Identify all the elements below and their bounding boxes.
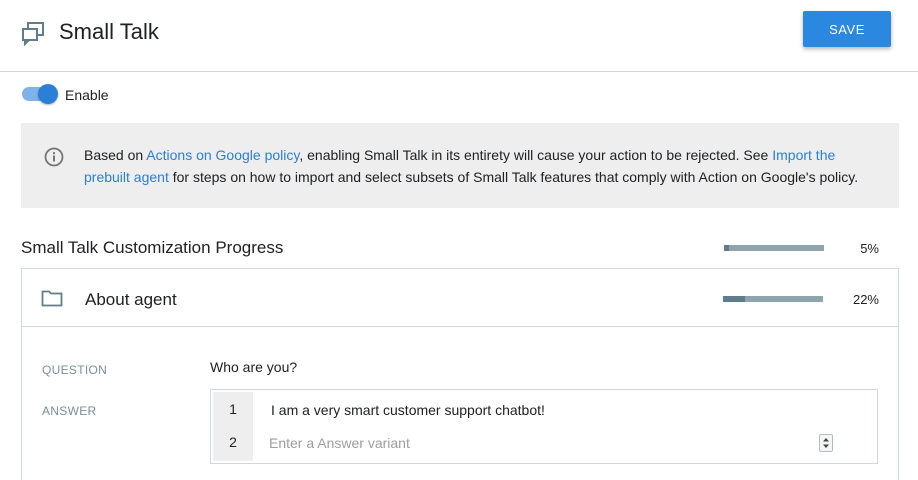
progress-title: Small Talk Customization Progress (21, 238, 284, 257)
overall-progress-bar (724, 245, 824, 251)
overall-progress-percent: 5% (860, 241, 879, 256)
answer-list: 1 2 I am a very smart customer support c… (210, 389, 878, 464)
info-text-part: , enabling Small Talk in its entirety wi… (299, 147, 773, 163)
enable-label: Enable (65, 87, 109, 103)
page-header: Small Talk SAVE (0, 0, 918, 72)
enable-toggle[interactable] (22, 84, 58, 104)
stepper-arrows-icon[interactable] (819, 434, 833, 452)
info-text: Based on Actions on Google policy, enabl… (84, 144, 884, 188)
answer-variant-text[interactable]: I am a very smart customer support chatb… (271, 402, 545, 418)
folder-icon (41, 289, 63, 307)
policy-info-banner: Based on Actions on Google policy, enabl… (21, 123, 899, 208)
agent-progress-percent: 22% (852, 292, 879, 307)
page-title: Small Talk (59, 19, 159, 44)
answer-variant-input[interactable] (269, 432, 809, 454)
info-text-part: for steps on how to import and select su… (168, 169, 859, 185)
info-text-part: Based on (84, 147, 147, 163)
answer-number: 2 (229, 434, 237, 450)
save-button[interactable]: SAVE (803, 11, 891, 47)
agent-progress-fill (723, 296, 745, 302)
answer-number-column: 1 2 (213, 392, 253, 461)
agent-progress-bar (723, 296, 823, 302)
question-text: Who are you? (210, 359, 298, 375)
panel-title: About agent (85, 290, 177, 309)
overall-progress-fill (724, 245, 729, 251)
answer-label: ANSWER (42, 404, 97, 418)
toggle-thumb (38, 84, 58, 104)
chat-bubbles-icon (20, 20, 46, 47)
info-icon (44, 147, 64, 167)
about-agent-panel: About agent 22% QUESTION Who are you? AN… (21, 268, 899, 480)
about-agent-header[interactable]: About agent 22% (22, 269, 898, 327)
answer-number: 1 (229, 401, 237, 417)
actions-on-google-policy-link[interactable]: Actions on Google policy (146, 147, 299, 163)
question-label: QUESTION (42, 363, 108, 377)
